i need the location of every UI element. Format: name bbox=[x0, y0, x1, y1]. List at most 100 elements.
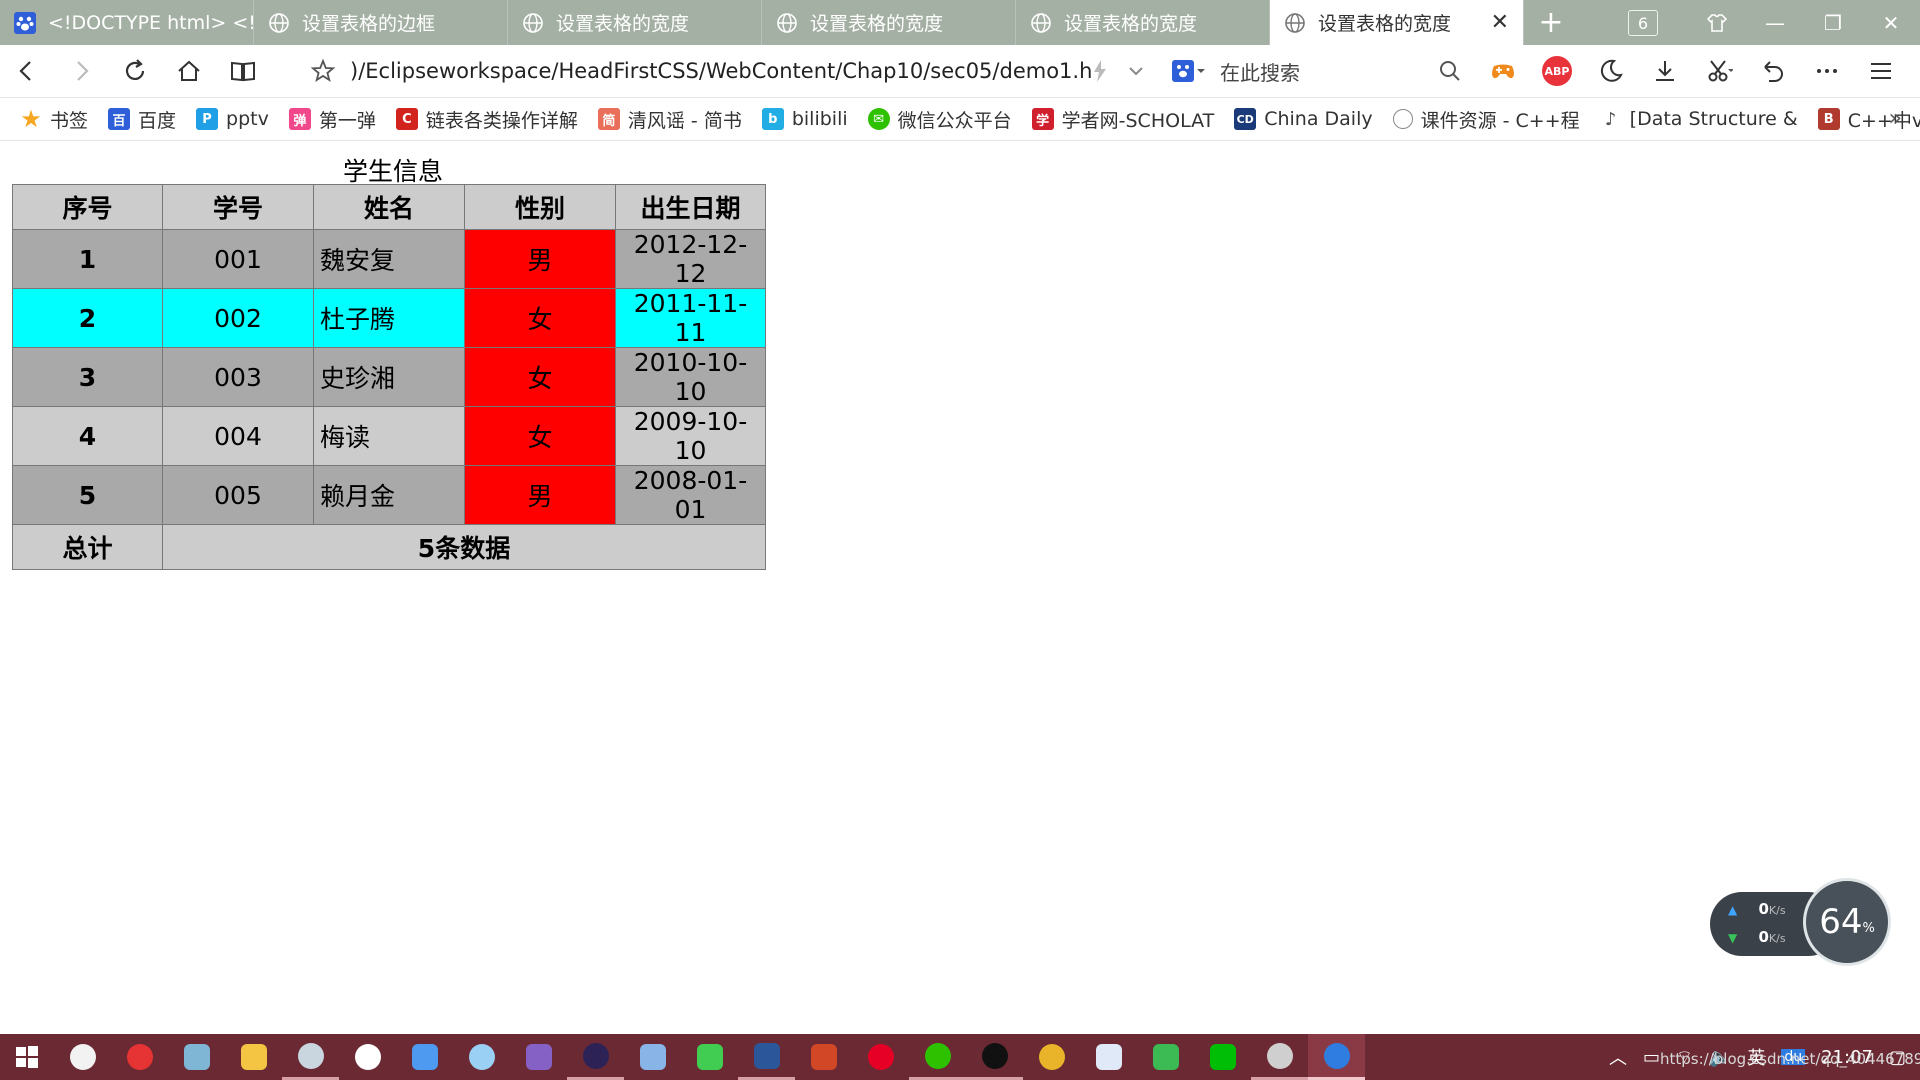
battery-icon[interactable]: ▭ bbox=[1643, 1047, 1660, 1068]
tab-4[interactable]: 设置表格的宽度 bbox=[762, 0, 1016, 45]
taskbar-wechat[interactable] bbox=[909, 1034, 966, 1080]
tab-1[interactable]: <!DOCTYPE html> <! bbox=[0, 0, 254, 45]
table-row: 5 005 赖月金 男 2008-01-01 bbox=[12, 465, 766, 525]
upload-value: 0 bbox=[1758, 900, 1769, 918]
baidu-search-engine-icon[interactable] bbox=[1172, 58, 1206, 84]
cell-no: 4 bbox=[12, 406, 163, 466]
bookmark-jianshu[interactable]: 简 清风谣 - 简书 bbox=[597, 106, 742, 133]
restore-button[interactable]: ❐ bbox=[1804, 0, 1862, 45]
reload-button[interactable] bbox=[108, 45, 162, 97]
jianshu-icon: 简 bbox=[597, 108, 620, 130]
bookmark-label: pptv bbox=[226, 108, 269, 130]
taskbar-powerpoint[interactable] bbox=[795, 1034, 852, 1080]
reload-icon bbox=[125, 59, 145, 80]
close-tab-icon[interactable]: ✕ bbox=[1491, 10, 1509, 35]
bookmark-label: 清风谣 - 简书 bbox=[627, 109, 742, 132]
scissors-icon[interactable] bbox=[1692, 45, 1746, 97]
bookmark-baidu[interactable]: 百 百度 bbox=[108, 106, 176, 133]
globe-icon bbox=[523, 12, 543, 33]
skin-icon[interactable] bbox=[1688, 0, 1746, 45]
night-mode-icon[interactable] bbox=[1584, 45, 1638, 97]
taskbar-settings[interactable] bbox=[1251, 1034, 1308, 1080]
minimize-button[interactable]: — bbox=[1746, 0, 1804, 45]
taskbar-qt[interactable] bbox=[681, 1034, 738, 1080]
favorite-button[interactable] bbox=[296, 45, 350, 97]
taskbar-visual-studio[interactable] bbox=[510, 1034, 567, 1080]
cell-id: 001 bbox=[162, 229, 314, 289]
bookmark-pptv[interactable]: P pptv bbox=[196, 108, 269, 130]
menu-icon[interactable] bbox=[1854, 45, 1908, 97]
bookmark-chinadaily[interactable]: CD China Daily bbox=[1234, 108, 1373, 130]
forward-button[interactable] bbox=[54, 45, 108, 97]
cell-id: 003 bbox=[162, 347, 314, 407]
tab-6-active[interactable]: 设置表格的宽度 ✕ bbox=[1270, 0, 1524, 45]
start-button[interactable] bbox=[0, 1045, 54, 1069]
taskbar-word[interactable] bbox=[738, 1034, 795, 1080]
cell-date: 2011-11-11 bbox=[615, 288, 766, 348]
cell-sex: 男 bbox=[464, 465, 616, 525]
bookmark-star[interactable]: ★ 书签 bbox=[20, 105, 88, 133]
close-window-button[interactable]: ✕ bbox=[1862, 0, 1920, 45]
bookmark-scholat[interactable]: 学 学者网-SCHOLAT bbox=[1031, 106, 1214, 133]
tab-2[interactable]: 设置表格的边框 bbox=[254, 0, 508, 45]
taskbar-netease-music[interactable] bbox=[852, 1034, 909, 1080]
back-arrow-icon bbox=[19, 61, 31, 81]
taskbar-app[interactable] bbox=[453, 1034, 510, 1080]
url-dropdown-icon[interactable] bbox=[1112, 45, 1160, 97]
bilibili-icon: b bbox=[761, 108, 784, 130]
back-button[interactable] bbox=[0, 45, 54, 97]
reader-button[interactable] bbox=[216, 45, 270, 97]
bookmark-label: bilibili bbox=[791, 108, 848, 130]
bookmark-label: C++中ve bbox=[1847, 109, 1920, 132]
gamepad-icon[interactable] bbox=[1476, 45, 1530, 97]
bookmark-csdn[interactable]: C 链表各类操作详解 bbox=[395, 106, 578, 133]
bookmark-courseware[interactable]: 课件资源 - C++程 bbox=[1392, 106, 1580, 133]
taskbar-player[interactable] bbox=[1137, 1034, 1194, 1080]
search-icon[interactable] bbox=[1438, 59, 1462, 83]
taskbar-qq[interactable] bbox=[966, 1034, 1023, 1080]
column-header: 序号 bbox=[12, 184, 163, 230]
taskbar-app[interactable] bbox=[1080, 1034, 1137, 1080]
tab-3[interactable]: 设置表格的宽度 bbox=[508, 0, 762, 45]
taskbar-app[interactable] bbox=[396, 1034, 453, 1080]
tab-5[interactable]: 设置表格的宽度 bbox=[1016, 0, 1270, 45]
download-icon[interactable] bbox=[1638, 45, 1692, 97]
toolbar-right: ABP bbox=[1476, 45, 1908, 97]
windows-logo-icon bbox=[16, 1046, 38, 1068]
taskbar-chrome[interactable] bbox=[1023, 1034, 1080, 1080]
home-icon bbox=[178, 60, 200, 81]
home-button[interactable] bbox=[162, 45, 216, 97]
bookmark-diyidan[interactable]: 弹 第一弹 bbox=[288, 106, 376, 133]
taskbar-app[interactable] bbox=[282, 1034, 339, 1080]
cell-no: 3 bbox=[12, 347, 163, 407]
bookmarks-bar: ★ 书签 百 百度 P pptv 弹 第一弹 C 链表各类操作详解 简 清风谣 … bbox=[0, 98, 1920, 141]
taskbar-iqiyi[interactable] bbox=[1194, 1034, 1251, 1080]
cell-id: 005 bbox=[162, 465, 314, 525]
powerpoint-icon bbox=[810, 1044, 837, 1070]
bookmark-wechat[interactable]: ✉ 微信公众平台 bbox=[867, 106, 1012, 133]
taskbar-eclipse[interactable] bbox=[567, 1034, 624, 1080]
tab-count-badge[interactable]: 6 bbox=[1628, 10, 1658, 36]
chat-bubble-icon bbox=[69, 1044, 96, 1070]
more-icon[interactable] bbox=[1800, 45, 1854, 97]
taskbar-app[interactable] bbox=[339, 1034, 396, 1080]
taskbar-file-explorer[interactable] bbox=[225, 1034, 282, 1080]
taskbar-chat-app[interactable] bbox=[54, 1034, 111, 1080]
bookmark-datastructure[interactable]: ♪ [Data Structure & bbox=[1600, 108, 1798, 130]
gauge-percent: 64 bbox=[1819, 902, 1863, 942]
search-box[interactable]: 在此搜索 bbox=[1172, 45, 1472, 97]
chevron-double-right-icon[interactable]: » bbox=[1889, 106, 1902, 131]
tab-title: 设置表格的宽度 bbox=[1318, 13, 1452, 35]
taskbar-app[interactable] bbox=[111, 1034, 168, 1080]
new-tab-button[interactable]: + bbox=[1524, 0, 1578, 45]
taskbar-app[interactable] bbox=[168, 1034, 225, 1080]
url-field[interactable]: )/Eclipseworkspace/HeadFirstCSS/WebConte… bbox=[350, 45, 1092, 97]
adblock-button[interactable]: ABP bbox=[1530, 45, 1584, 97]
bookmark-cpp-vector[interactable]: B C++中ve bbox=[1817, 106, 1920, 133]
taskbar-browser-active[interactable] bbox=[1308, 1034, 1365, 1080]
taskbar-app[interactable] bbox=[624, 1034, 681, 1080]
network-monitor-widget[interactable]: ▲ 0K/s ▼ 0K/s 64% bbox=[1710, 878, 1891, 970]
undo-close-icon[interactable] bbox=[1746, 45, 1800, 97]
chevron-up-icon[interactable]: ︿ bbox=[1609, 1044, 1627, 1070]
bookmark-bilibili[interactable]: b bilibili bbox=[761, 108, 848, 130]
